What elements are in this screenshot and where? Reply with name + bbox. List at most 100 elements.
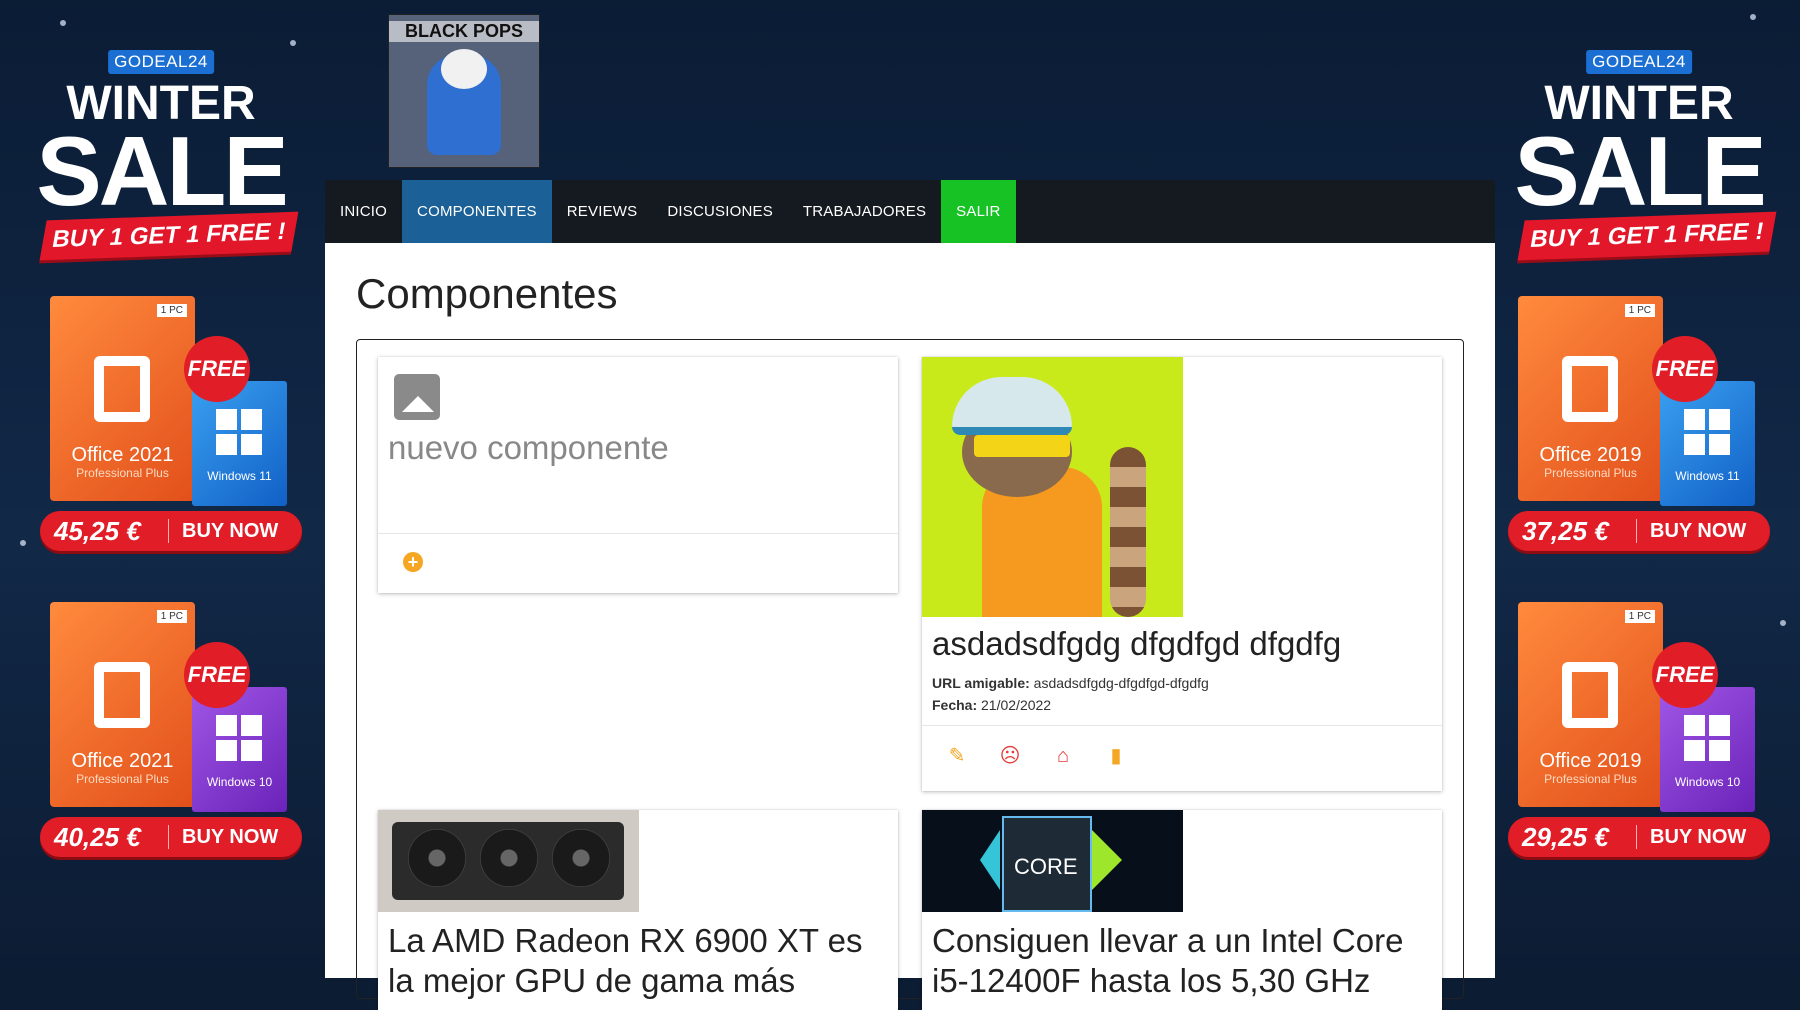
- logo-text: BLACK POPS: [389, 21, 539, 42]
- site-logo[interactable]: BLACK POPS: [388, 14, 540, 168]
- delete-icon[interactable]: ▮: [1105, 745, 1127, 767]
- left-ad-banner[interactable]: GODEAL24 WINTER SALE BUY 1 GET 1 FREE ! …: [0, 0, 322, 978]
- new-component-card[interactable]: nuevo componente +: [378, 357, 898, 593]
- office-edition: Professional Plus: [1544, 466, 1637, 480]
- cpu-core-label: CORE: [1014, 854, 1078, 879]
- free-badge: FREE: [184, 642, 250, 708]
- raccoon-glasses: [974, 435, 1070, 457]
- gpu-fan: [480, 829, 538, 887]
- price-buy-button[interactable]: 40,25 € BUY NOW: [40, 817, 302, 857]
- new-component-title: nuevo componente: [388, 429, 669, 466]
- cpu-box: CORE: [1002, 816, 1092, 912]
- home-icon[interactable]: ⌂: [1052, 745, 1074, 767]
- site-header: BLACK POPS: [322, 0, 1494, 180]
- price: 37,25 €: [1522, 516, 1609, 546]
- windows-logo-icon: [1684, 715, 1730, 761]
- component-card-gpu[interactable]: La AMD Radeon RX 6900 XT es la mejor GPU…: [378, 810, 898, 1010]
- sad-face-icon[interactable]: ☹: [999, 745, 1021, 767]
- ad-product-office2019-win10[interactable]: 1 PC Office 2019 Professional Plus Windo…: [1508, 602, 1770, 862]
- buy-now-label: BUY NOW: [182, 520, 279, 542]
- nav-salir[interactable]: SALIR: [941, 180, 1016, 243]
- right-ad-banner[interactable]: GODEAL24 WINTER SALE BUY 1 GET 1 FREE ! …: [1478, 0, 1800, 978]
- cpu-graphic: [1092, 830, 1122, 890]
- ad-promo-ribbon: BUY 1 GET 1 FREE !: [1517, 211, 1777, 261]
- cpu-title-line-1: Consiguen llevar a un Intel Core: [932, 922, 1404, 959]
- add-circle-icon[interactable]: +: [403, 552, 423, 572]
- url-label: URL amigable:: [932, 675, 1030, 691]
- nav-inicio[interactable]: INICIO: [325, 180, 402, 243]
- office-box: 1 PC Office 2021 Professional Plus: [50, 602, 195, 807]
- component-card[interactable]: asdadsdfgdg dfgdfgd dfgdfg URL amigable:…: [922, 357, 1442, 791]
- divider: [168, 519, 169, 543]
- url-value: asdadsdfgdg-dfgdfgd-dfgdfg: [1033, 675, 1209, 691]
- ad-promo-ribbon: BUY 1 GET 1 FREE !: [39, 211, 299, 261]
- ad-sale-text: SALE: [1514, 116, 1766, 226]
- ad-product-office2019-win11[interactable]: 1 PC Office 2019 Professional Plus Windo…: [1508, 296, 1770, 556]
- component-card-cpu[interactable]: CORE Consiguen llevar a un Intel Core i5…: [922, 810, 1442, 1010]
- nav-trabajadores[interactable]: TRABAJADORES: [788, 180, 941, 243]
- office-name: Office 2019: [1539, 750, 1642, 772]
- date-row: Fecha: 21/02/2022: [932, 697, 1051, 713]
- price: 45,25 €: [54, 516, 141, 546]
- office-logo-icon: [94, 662, 150, 728]
- pc-tag: 1 PC: [1624, 304, 1655, 317]
- page-title: Componentes: [356, 270, 618, 317]
- office-box: 1 PC Office 2021 Professional Plus: [50, 296, 195, 501]
- windows-name: Windows 10: [206, 775, 273, 789]
- free-badge: FREE: [184, 336, 250, 402]
- logo-face: [441, 49, 487, 89]
- office-name: Office 2021: [71, 444, 174, 466]
- cpu-image: CORE: [922, 810, 1183, 912]
- windows-logo-icon: [216, 715, 262, 761]
- ad-sale-text: SALE: [36, 116, 288, 226]
- cpu-title-line-2: i5-12400F hasta los 5,30 GHz: [932, 962, 1371, 999]
- gpu-fan: [408, 829, 466, 887]
- card-actions: ✎ ☹ ⌂ ▮: [946, 745, 1127, 767]
- office-edition: Professional Plus: [1544, 772, 1637, 786]
- office-edition: Professional Plus: [76, 772, 169, 786]
- office-logo-icon: [94, 356, 150, 422]
- image-placeholder-icon: [394, 374, 440, 420]
- edit-icon[interactable]: ✎: [946, 745, 968, 767]
- divider: [168, 825, 169, 849]
- url-row: URL amigable: asdadsdfgdg-dfgdfgd-dfgdfg: [932, 675, 1209, 691]
- nav-reviews[interactable]: REVIEWS: [552, 180, 653, 243]
- free-badge: FREE: [1652, 336, 1718, 402]
- card-divider: [922, 725, 1442, 726]
- office-logo-icon: [1562, 662, 1618, 728]
- office-name: Office 2021: [71, 750, 174, 772]
- office-logo-icon: [1562, 356, 1618, 422]
- main-content: Componentes nuevo componente + asdadsdfg…: [325, 243, 1495, 1010]
- main-navbar: INICIO COMPONENTES REVIEWS DISCUSIONES T…: [325, 180, 1495, 243]
- office-name: Office 2019: [1539, 444, 1642, 466]
- gpu-fan: [552, 829, 610, 887]
- price-buy-button[interactable]: 45,25 € BUY NOW: [40, 511, 302, 551]
- component-image: [922, 357, 1183, 617]
- ad-product-office-win11[interactable]: 1 PC Office 2021 Professional Plus Windo…: [40, 296, 302, 556]
- ad-brand: GODEAL24: [1586, 50, 1692, 74]
- gpu-title-line-1: La AMD Radeon RX 6900 XT es: [388, 922, 863, 959]
- pc-tag: 1 PC: [156, 610, 187, 623]
- office-edition: Professional Plus: [76, 466, 169, 480]
- raccoon-cap: [952, 377, 1072, 435]
- divider: [1636, 825, 1637, 849]
- cpu-graphic: [980, 830, 1000, 890]
- date-value: 21/02/2022: [981, 697, 1052, 713]
- pc-tag: 1 PC: [156, 304, 187, 317]
- raccoon-tail: [1110, 447, 1146, 617]
- card-divider: [378, 533, 898, 534]
- ad-brand: GODEAL24: [108, 50, 214, 74]
- free-badge: FREE: [1652, 642, 1718, 708]
- office-box: 1 PC Office 2019 Professional Plus: [1518, 296, 1663, 501]
- windows-logo-icon: [216, 409, 262, 455]
- nav-discusiones[interactable]: DISCUSIONES: [652, 180, 788, 243]
- price-buy-button[interactable]: 37,25 € BUY NOW: [1508, 511, 1770, 551]
- price-buy-button[interactable]: 29,25 € BUY NOW: [1508, 817, 1770, 857]
- gpu-image: [378, 810, 639, 912]
- price: 40,25 €: [54, 822, 141, 852]
- nav-componentes[interactable]: COMPONENTES: [402, 180, 552, 243]
- ad-product-office-win10[interactable]: 1 PC Office 2021 Professional Plus Windo…: [40, 602, 302, 862]
- buy-now-label: BUY NOW: [1650, 520, 1747, 542]
- office-box: 1 PC Office 2019 Professional Plus: [1518, 602, 1663, 807]
- buy-now-label: BUY NOW: [182, 826, 279, 848]
